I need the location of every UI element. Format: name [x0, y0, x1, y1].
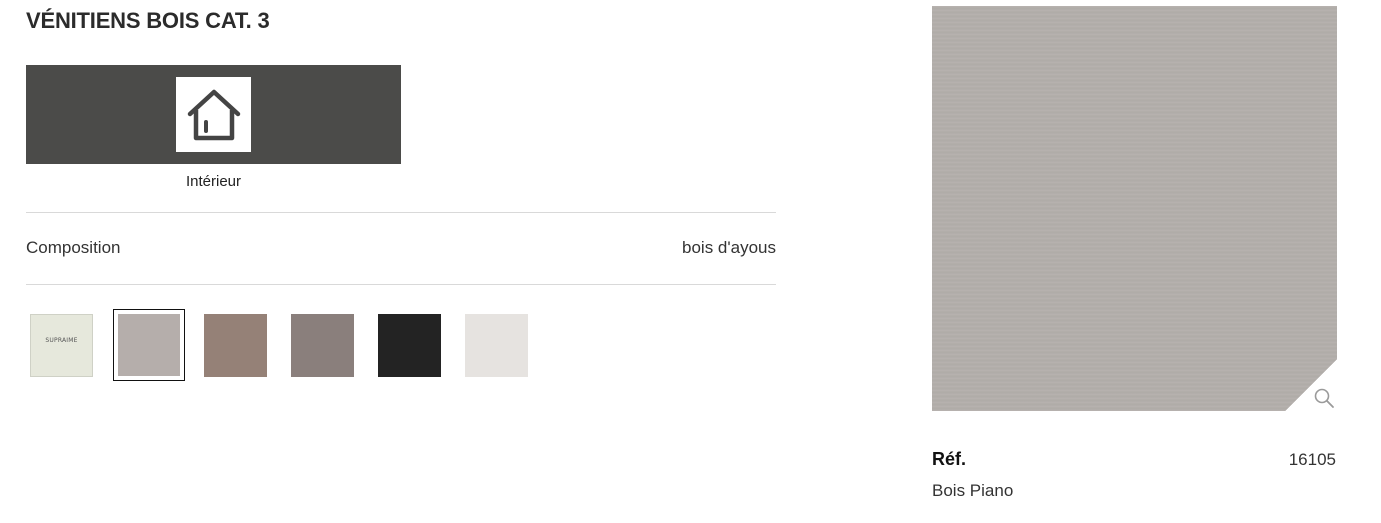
swatch-6[interactable] — [465, 314, 528, 377]
reference-value: 16105 — [1288, 450, 1336, 469]
composition-label: Composition — [26, 238, 121, 257]
page-title: VÉNITIENS BOIS CAT. 3 — [26, 8, 270, 33]
reference-label: Réf. — [932, 449, 967, 469]
swatch-1[interactable]: SUPRAIME — [30, 314, 93, 377]
swatch-1-text: SUPRAIME — [45, 337, 78, 344]
magnifier-icon — [1314, 388, 1334, 408]
composition-value: bois d'ayous — [682, 238, 776, 257]
product-preview-image — [932, 6, 1337, 411]
swatch-3[interactable] — [204, 314, 267, 377]
swatch-5[interactable] — [378, 314, 441, 377]
usage-label: Intérieur — [185, 173, 242, 190]
product-name: Bois Piano — [932, 481, 1014, 500]
divider-top — [26, 212, 776, 213]
swatch-2-selected[interactable] — [113, 309, 185, 381]
swatch-2-inner — [118, 314, 180, 376]
swatch-4[interactable] — [291, 314, 354, 377]
usage-interior-card[interactable] — [26, 65, 401, 164]
divider-bottom — [26, 284, 776, 285]
house-icon — [187, 89, 240, 140]
zoom-button[interactable] — [1285, 359, 1337, 411]
house-icon-box — [176, 77, 251, 152]
